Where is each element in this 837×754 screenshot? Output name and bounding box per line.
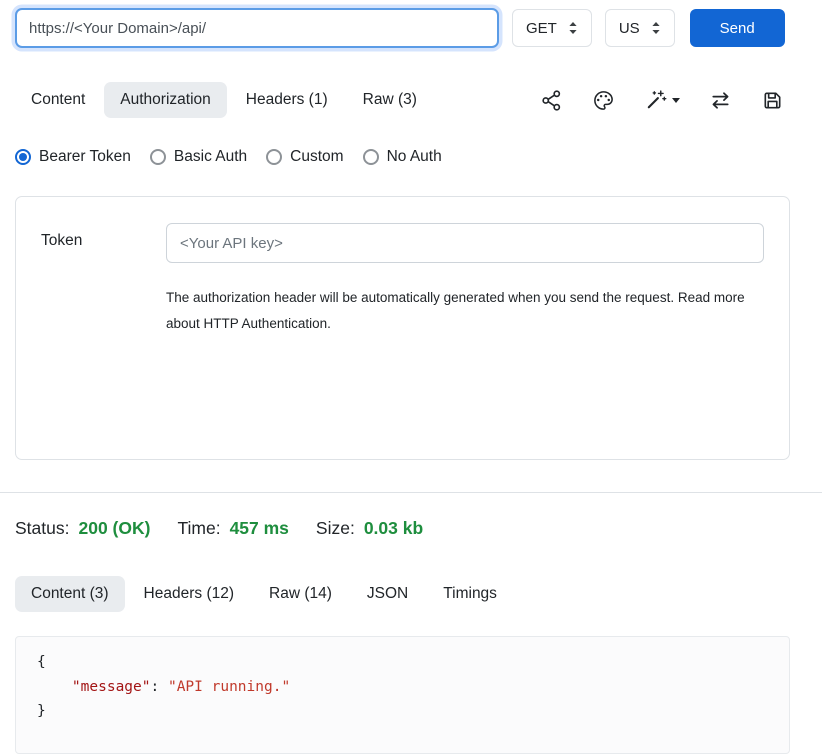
json-brace: { — [37, 654, 46, 670]
auth-help-text: The authorization header will be automat… — [166, 285, 764, 336]
radio-bearer-token[interactable]: Bearer Token — [15, 148, 131, 166]
radio-label: No Auth — [387, 148, 442, 166]
send-button[interactable]: Send — [690, 9, 785, 47]
request-bar: GET US Send — [15, 8, 792, 48]
response-body[interactable]: { "message": "API running." } — [15, 636, 790, 754]
tab-content[interactable]: Content — [15, 82, 101, 118]
size-value: 0.03 kb — [364, 518, 423, 539]
radio-basic-auth[interactable]: Basic Auth — [150, 148, 247, 166]
region-select[interactable]: US — [605, 9, 675, 47]
auth-panel: Token The authorization header will be a… — [15, 196, 790, 460]
magic-wand-icon[interactable] — [644, 89, 680, 112]
response-tab-json[interactable]: JSON — [351, 576, 424, 612]
time-label: Time: — [177, 518, 220, 539]
share-icon[interactable] — [540, 89, 563, 112]
radio-label: Bearer Token — [39, 148, 131, 166]
response-status-row: Status: 200 (OK) Time: 457 ms Size: 0.03… — [15, 518, 792, 539]
response-tab-raw[interactable]: Raw (14) — [253, 576, 348, 612]
tab-headers[interactable]: Headers (1) — [230, 82, 344, 118]
method-select[interactable]: GET — [512, 9, 592, 47]
divider — [0, 492, 822, 493]
json-brace: } — [37, 703, 46, 719]
response-tabs-row: Content (3) Headers (12) Raw (14) JSON T… — [15, 576, 792, 612]
save-icon[interactable] — [761, 89, 784, 112]
radio-icon — [150, 149, 166, 165]
json-indent — [37, 679, 72, 695]
response-tab-timings[interactable]: Timings — [427, 576, 513, 612]
token-input[interactable] — [166, 223, 764, 263]
status-label: Status: — [15, 518, 69, 539]
url-input[interactable] — [15, 8, 499, 48]
response-tab-headers[interactable]: Headers (12) — [128, 576, 250, 612]
tab-authorization[interactable]: Authorization — [104, 82, 226, 118]
region-select-value: US — [619, 20, 640, 37]
page: GET US Send Content Authorization Header… — [0, 0, 792, 754]
time-value: 457 ms — [230, 518, 289, 539]
chevron-down-icon — [672, 98, 680, 103]
method-select-value: GET — [526, 20, 557, 37]
radio-label: Custom — [290, 148, 343, 166]
radio-no-auth[interactable]: No Auth — [363, 148, 442, 166]
radio-icon — [363, 149, 379, 165]
size-label: Size: — [316, 518, 355, 539]
radio-label: Basic Auth — [174, 148, 247, 166]
updown-arrows-icon — [568, 20, 578, 36]
updown-arrows-icon — [651, 20, 661, 36]
request-tabs-row: Content Authorization Headers (1) Raw (3… — [15, 82, 792, 118]
json-key: "message" — [72, 679, 151, 695]
status-value: 200 (OK) — [78, 518, 150, 539]
tab-raw[interactable]: Raw (3) — [347, 82, 433, 118]
toolbar — [540, 89, 792, 112]
palette-icon[interactable] — [592, 89, 615, 112]
auth-type-options: Bearer Token Basic Auth Custom No Auth — [15, 148, 792, 166]
token-label: Token — [41, 223, 166, 336]
json-string-value: "API running." — [168, 679, 290, 695]
radio-icon — [15, 149, 31, 165]
swap-icon[interactable] — [709, 89, 732, 112]
json-separator: : — [151, 679, 168, 695]
response-tab-content[interactable]: Content (3) — [15, 576, 125, 612]
radio-icon — [266, 149, 282, 165]
radio-custom[interactable]: Custom — [266, 148, 343, 166]
